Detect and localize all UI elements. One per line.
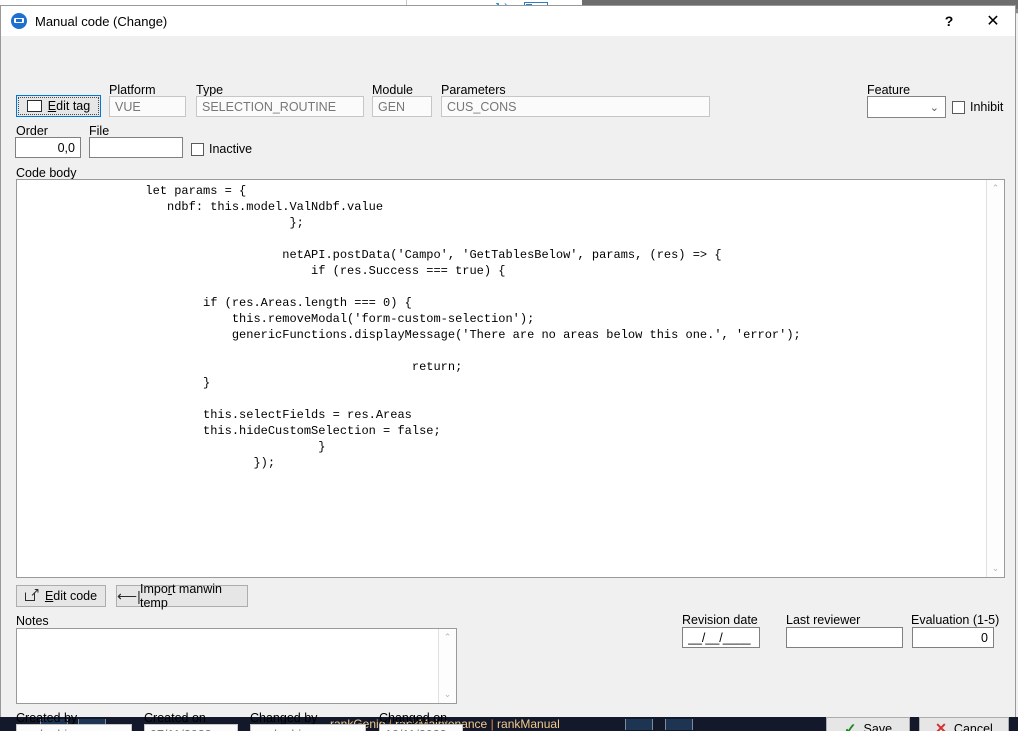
scroll-down-icon[interactable]: ⌄ — [987, 560, 1004, 577]
created-by-field[interactable] — [16, 724, 132, 731]
platform-label: Platform — [109, 83, 156, 97]
dialog-titlebar[interactable]: Manual code (Change) ? ✕ — [1, 6, 1015, 36]
inhibit-checkbox[interactable]: Inhibit — [952, 100, 1003, 114]
changed-on-label: Changed on — [379, 711, 448, 725]
robot-icon — [11, 13, 27, 29]
code-body-panel[interactable]: let params = { ndbf: this.model.ValNdbf.… — [16, 179, 1005, 578]
scroll-up-icon[interactable]: ⌃ — [439, 629, 456, 646]
taskbar-item-rankmanual[interactable]: rankManual — [497, 717, 560, 731]
feature-select[interactable]: ⌄ — [867, 96, 946, 118]
code-body-text[interactable]: let params = { ndbf: this.model.ValNdbf.… — [23, 183, 800, 471]
taskbar-button-3[interactable] — [625, 719, 653, 730]
revision-date-field[interactable] — [682, 627, 760, 648]
notes-panel[interactable]: ⌃ ⌄ — [16, 628, 457, 704]
checkbox-box — [952, 100, 965, 114]
notes-scrollbar[interactable]: ⌃ ⌄ — [438, 629, 456, 703]
edit-tag-button[interactable]: Edit tag — [16, 95, 101, 117]
dialog-body: Platform Type Module Parameters Feature … — [1, 36, 1015, 731]
tag-rectangle-icon — [26, 100, 42, 112]
import-manwin-temp-label: Import manwin temp — [140, 582, 222, 610]
revision-date-label: Revision date — [682, 613, 758, 627]
created-by-label: Created by — [16, 711, 78, 725]
chevron-down-icon: ⌄ — [929, 102, 939, 114]
evaluation-field[interactable] — [912, 627, 994, 648]
code-body-scrollbar[interactable]: ⌃ ⌄ — [986, 180, 1004, 577]
save-label: Save — [863, 721, 893, 731]
code-body-label: Code body — [16, 166, 77, 180]
inactive-label: Inactive — [209, 142, 253, 156]
file-field[interactable] — [89, 137, 183, 158]
inhibit-label: Inhibit — [970, 100, 1004, 114]
checkbox-box — [191, 142, 204, 156]
created-on-field[interactable] — [144, 724, 238, 731]
platform-field[interactable] — [109, 96, 186, 117]
type-field[interactable] — [196, 96, 364, 117]
evaluation-label: Evaluation (1-5) — [911, 613, 1000, 627]
scroll-up-icon[interactable]: ⌃ — [987, 180, 1004, 197]
help-button[interactable]: ? — [927, 6, 971, 36]
parameters-label: Parameters — [441, 83, 506, 97]
dialog-title: Manual code (Change) — [35, 13, 168, 29]
taskbar-button-4[interactable] — [665, 719, 693, 730]
parameters-field[interactable] — [441, 96, 710, 117]
changed-by-label: Changed by — [250, 711, 318, 725]
last-reviewer-label: Last reviewer — [786, 613, 861, 627]
feature-label: Feature — [867, 83, 911, 97]
type-label: Type — [196, 83, 224, 97]
module-field[interactable] — [372, 96, 432, 117]
file-label: File — [89, 124, 110, 138]
check-icon: ✓ — [843, 720, 857, 731]
module-label: Module — [372, 83, 413, 97]
inactive-checkbox[interactable]: Inactive — [191, 142, 252, 156]
save-button[interactable]: ✓ Save — [826, 717, 910, 731]
changed-by-field[interactable] — [250, 724, 366, 731]
x-icon: ✕ — [935, 720, 947, 731]
arrow-left-icon: ⟵| — [117, 588, 141, 604]
created-on-label: Created on — [144, 711, 206, 725]
import-manwin-temp-button[interactable]: ⟵| Import manwin temp — [116, 582, 248, 610]
scroll-down-icon[interactable]: ⌄ — [439, 686, 456, 703]
order-field[interactable] — [15, 137, 81, 158]
order-label: Order — [16, 124, 48, 138]
edit-code-label: Edit code — [44, 589, 98, 603]
cancel-label: Cancel — [953, 721, 993, 731]
external-link-icon — [24, 586, 40, 602]
manual-code-dialog: Manual code (Change) ? ✕ Platform Type M… — [0, 5, 1016, 731]
notes-label: Notes — [16, 614, 49, 628]
edit-tag-label: Edit tag — [47, 99, 91, 113]
taskbar-separator-2: | — [487, 717, 498, 731]
changed-on-field[interactable] — [379, 724, 463, 731]
close-button[interactable]: ✕ — [971, 6, 1015, 36]
cancel-button[interactable]: ✕ Cancel — [919, 717, 1009, 731]
last-reviewer-field[interactable] — [786, 627, 903, 648]
titlebar-buttons: ? ✕ — [927, 6, 1015, 36]
edit-code-button[interactable]: Edit code — [16, 585, 106, 607]
desktop: ↗ ↘ rankGenio | rankMaintenance | rankMa… — [0, 0, 1018, 731]
